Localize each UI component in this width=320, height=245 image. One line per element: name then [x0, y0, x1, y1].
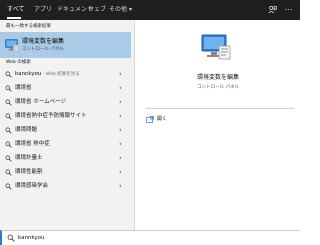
- search-box[interactable]: [0, 230, 300, 245]
- open-icon: [146, 116, 154, 123]
- web-result-item[interactable]: 環境計量士 ›: [0, 152, 131, 165]
- best-match-title: 環境変数を編集: [22, 38, 65, 45]
- open-action-label: 開く: [157, 116, 168, 122]
- best-match-result[interactable]: 環境変数を編集 コントロール パネル: [0, 32, 131, 58]
- web-result-text: 環境性能割: [15, 169, 43, 175]
- web-result-item[interactable]: kannkyou - Web 結果を見る ›: [0, 68, 131, 81]
- web-result-item[interactable]: 環境省 熱中症 ›: [0, 138, 131, 151]
- web-result-text: 環境省: [15, 85, 32, 91]
- chevron-right-icon: ›: [119, 140, 122, 148]
- results-list: 最も一致する検索結果 環境変数を編集 コントロール パネル Web の検索 ka…: [0, 20, 135, 230]
- feedback-icon[interactable]: [268, 5, 277, 14]
- chevron-right-icon: ›: [119, 126, 122, 134]
- web-result-item[interactable]: 環境感染学会 ›: [0, 180, 131, 193]
- detail-subtitle: コントロール パネル: [197, 85, 239, 90]
- web-result-item[interactable]: 環境問題 ›: [0, 124, 131, 137]
- chevron-right-icon: ›: [119, 70, 122, 78]
- web-result-text: 環境省熱中症予防情報サイト: [15, 113, 87, 119]
- best-match-heading: 最も一致する検索結果: [6, 24, 51, 29]
- chevron-right-icon: ›: [119, 182, 122, 190]
- web-result-text: 環境省 熱中症: [15, 141, 50, 147]
- search-icon: [5, 141, 12, 148]
- search-icon: [5, 85, 12, 92]
- web-result-hint: - Web 結果を見る: [41, 72, 80, 77]
- search-tab-bar: すべて アプリ ドキュメント ウェブ その他 ▾ ⋯: [0, 0, 300, 20]
- system-properties-icon: [5, 37, 19, 52]
- search-icon: [7, 234, 15, 242]
- web-result-item[interactable]: 環境省 ›: [0, 82, 131, 95]
- search-icon: [5, 169, 12, 176]
- web-result-text: 環境計量士: [15, 155, 43, 161]
- chevron-right-icon: ›: [119, 84, 122, 92]
- tab-apps[interactable]: アプリ: [34, 6, 52, 13]
- system-properties-icon: [201, 33, 231, 61]
- search-icon: [5, 127, 12, 134]
- web-result-item[interactable]: 環境省 ホームページ ›: [0, 96, 131, 109]
- search-icon: [5, 183, 12, 190]
- tab-more-label: その他: [109, 6, 128, 13]
- chevron-right-icon: ›: [119, 168, 122, 176]
- more-options-icon[interactable]: ⋯: [284, 5, 293, 14]
- web-result-text: kannkyou: [15, 71, 42, 77]
- web-result-item[interactable]: 環境性能割 ›: [0, 166, 131, 179]
- chevron-right-icon: ›: [119, 154, 122, 162]
- search-input[interactable]: [18, 233, 218, 243]
- tab-web[interactable]: ウェブ: [88, 6, 106, 13]
- web-result-text: 環境感染学会: [15, 183, 49, 189]
- divider: [146, 108, 294, 109]
- search-icon: [5, 155, 12, 162]
- web-result-text: 環境省 ホームページ: [15, 99, 66, 105]
- web-result-item[interactable]: 環境省熱中症予防情報サイト ›: [0, 110, 131, 123]
- chevron-right-icon: ›: [119, 98, 122, 106]
- search-icon: [5, 71, 12, 78]
- active-tab-indicator: [7, 17, 21, 19]
- search-icon: [5, 99, 12, 106]
- search-icon: [5, 113, 12, 120]
- detail-title: 環境変数を編集: [196, 74, 239, 81]
- tab-more[interactable]: その他 ▾: [109, 6, 132, 13]
- web-result-text: 環境問題: [15, 127, 38, 133]
- chevron-down-icon: ▾: [128, 6, 132, 13]
- chevron-right-icon: ›: [119, 112, 122, 120]
- best-match-subtitle: コントロール パネル: [22, 47, 64, 52]
- tab-all[interactable]: すべて: [7, 6, 24, 13]
- result-detail-pane: 環境変数を編集 コントロール パネル 開く: [136, 20, 300, 230]
- web-search-heading: Web の検索: [6, 60, 31, 65]
